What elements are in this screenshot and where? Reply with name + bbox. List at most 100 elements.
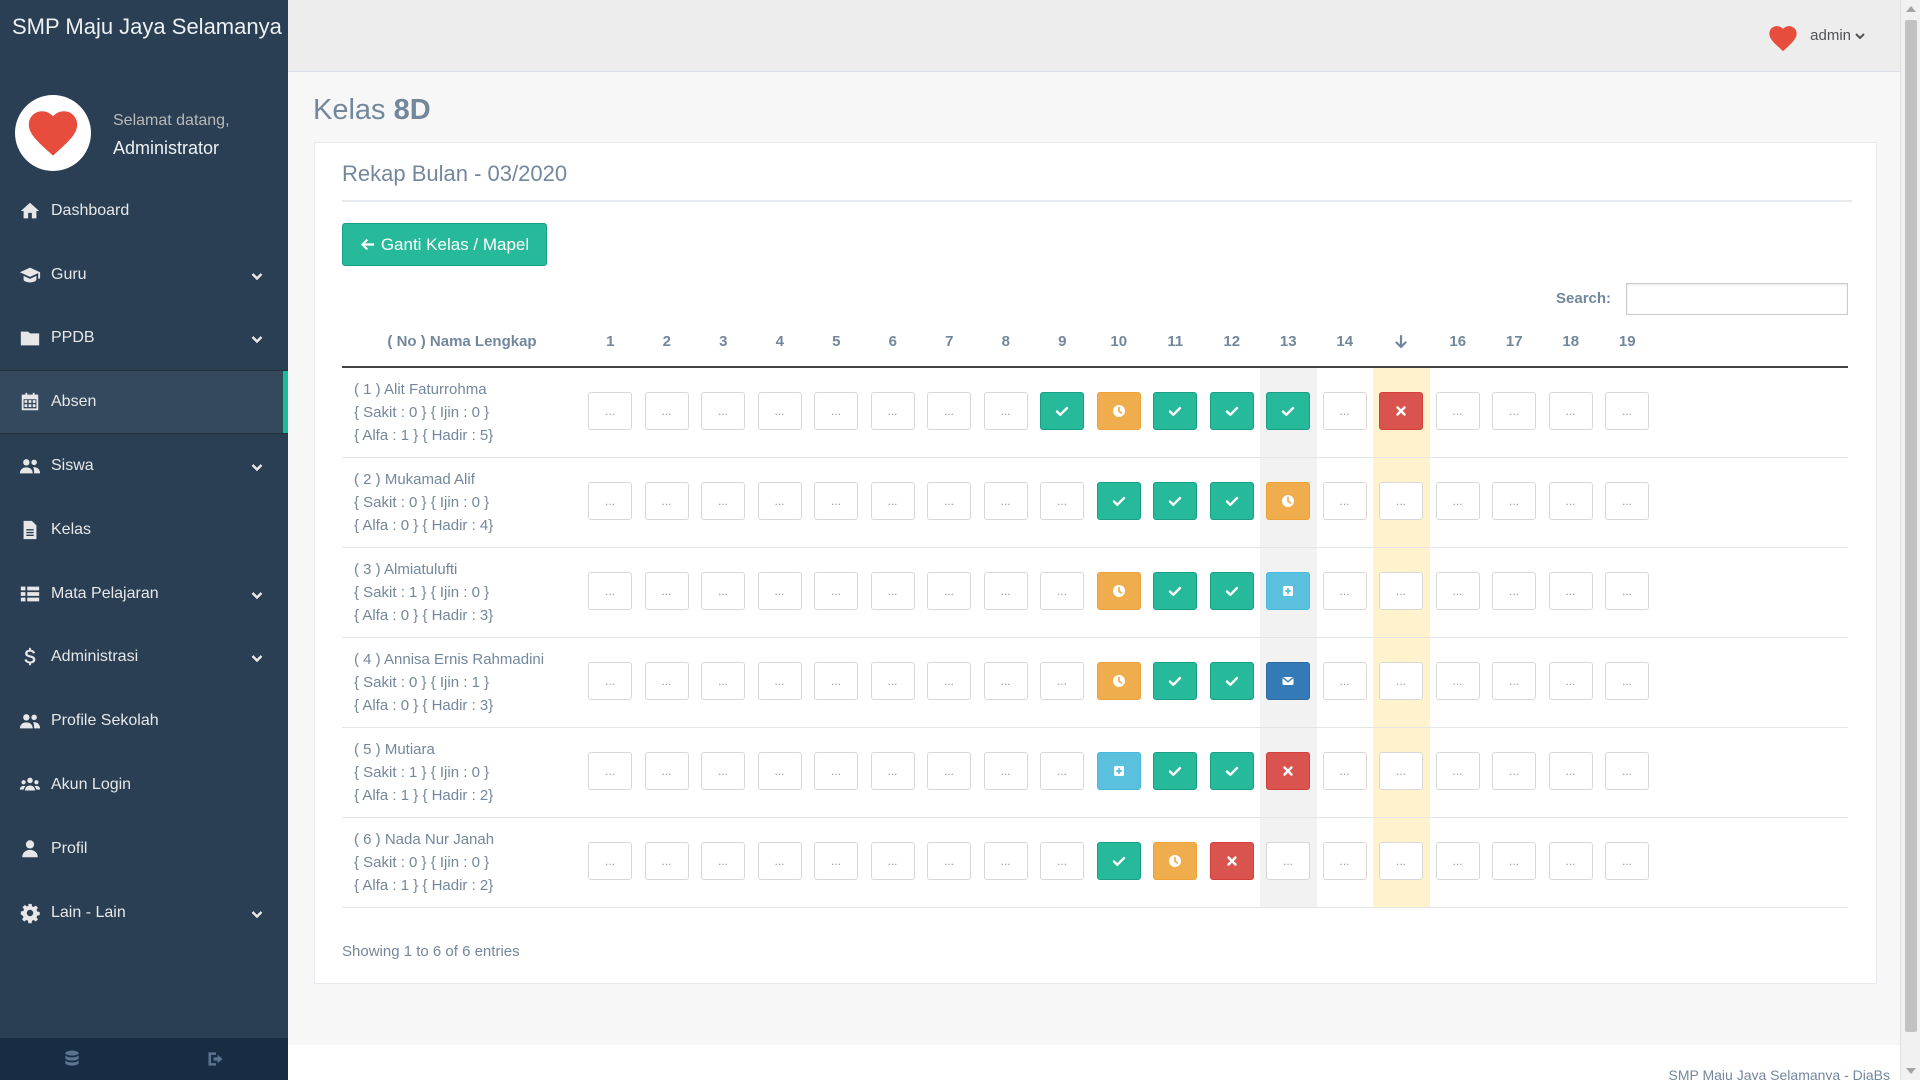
attendance-cell-hadir[interactable] [1209,572,1254,610]
attendance-cell-empty[interactable]: ... [870,842,915,880]
attendance-cell-empty[interactable]: ... [870,752,915,790]
attendance-cell-empty[interactable]: ... [927,662,971,700]
attendance-cell-empty[interactable]: ... [1605,482,1649,520]
attendance-cell-empty[interactable]: ... [644,662,689,700]
attendance-cell-empty[interactable]: ... [701,392,745,430]
sidebar-item-profile-sekolah[interactable]: Profile Sekolah [0,689,288,753]
attendance-cell-empty[interactable]: ... [701,752,745,790]
column-header-day[interactable]: 18 [1543,318,1600,366]
sidebar-item-administrasi[interactable]: Administrasi [0,626,288,690]
attendance-cell-empty[interactable]: ... [701,572,745,610]
scroll-up-arrow[interactable] [1906,6,1916,12]
attendance-cell-empty[interactable]: ... [588,482,632,520]
attendance-cell-empty[interactable]: ... [814,392,858,430]
column-header-day[interactable]: 11 [1147,318,1204,366]
sidebar-item-profil[interactable]: Profil [0,817,288,881]
attendance-cell-empty[interactable]: ... [1322,572,1367,610]
attendance-cell-empty[interactable]: ... [983,752,1028,790]
attendance-cell-empty[interactable]: ... [1548,752,1593,790]
attendance-cell-ijin[interactable] [1096,662,1141,700]
attendance-cell-empty[interactable]: ... [1322,662,1367,700]
attendance-cell-empty[interactable]: ... [1266,842,1310,880]
attendance-cell-ijin[interactable] [1266,482,1310,520]
user-dropdown[interactable]: admin [1810,27,1865,44]
attendance-cell-empty[interactable]: ... [870,572,915,610]
attendance-cell-empty[interactable]: ... [1605,572,1649,610]
attendance-cell-empty[interactable]: ... [814,572,858,610]
attendance-cell-empty[interactable]: ... [1040,662,1084,700]
column-header-day[interactable]: 14 [1317,318,1374,366]
attendance-cell-empty[interactable]: ... [644,842,689,880]
attendance-cell-empty[interactable]: ... [1492,752,1536,790]
search-input[interactable] [1626,283,1848,315]
attendance-cell-empty[interactable]: ... [1435,392,1480,430]
attendance-cell-empty[interactable]: ... [814,842,858,880]
column-header-day[interactable]: 5 [808,318,865,366]
attendance-cell-empty[interactable]: ... [1548,572,1593,610]
database-button[interactable] [0,1038,144,1080]
attendance-cell-empty[interactable]: ... [1605,752,1649,790]
brand-title[interactable]: SMP Maju Jaya Selamanya [0,0,288,52]
column-header-day[interactable]: 16 [1430,318,1487,366]
attendance-cell-empty[interactable]: ... [1548,662,1593,700]
attendance-cell-empty[interactable]: ... [927,572,971,610]
attendance-cell-empty[interactable]: ... [983,842,1028,880]
attendance-cell-empty[interactable]: ... [983,662,1028,700]
sidebar-item-kelas[interactable]: Kelas [0,498,288,562]
attendance-cell-empty[interactable]: ... [1379,842,1423,880]
attendance-cell-empty[interactable]: ... [927,392,971,430]
attendance-cell-empty[interactable]: ... [1492,482,1536,520]
column-header-day[interactable]: 4 [752,318,809,366]
attendance-cell-empty[interactable]: ... [1040,482,1084,520]
logout-button[interactable] [144,1038,288,1080]
attendance-cell-empty[interactable]: ... [1492,842,1536,880]
attendance-cell-mail[interactable] [1266,662,1310,700]
column-header-day[interactable]: 2 [639,318,696,366]
attendance-cell-hadir[interactable] [1096,842,1141,880]
attendance-cell-empty[interactable]: ... [1322,482,1367,520]
attendance-cell-empty[interactable]: ... [701,662,745,700]
attendance-cell-empty[interactable]: ... [1548,392,1593,430]
attendance-cell-empty[interactable]: ... [814,752,858,790]
page-scrollbar[interactable] [1900,0,1920,1080]
column-header-day[interactable]: 17 [1486,318,1543,366]
column-header-day[interactable]: 3 [695,318,752,366]
sidebar-item-guru[interactable]: Guru [0,243,288,307]
attendance-cell-hadir[interactable] [1153,752,1197,790]
attendance-cell-empty[interactable]: ... [1605,392,1649,430]
attendance-cell-empty[interactable]: ... [644,392,689,430]
attendance-cell-empty[interactable]: ... [1435,752,1480,790]
sidebar-item-ppdb[interactable]: PPDB [0,307,288,371]
sidebar-item-akun-login[interactable]: Akun Login [0,753,288,817]
attendance-cell-empty[interactable]: ... [1435,482,1480,520]
attendance-cell-empty[interactable]: ... [927,752,971,790]
sidebar-item-absen[interactable]: Absen [0,370,288,435]
attendance-cell-hadir[interactable] [1209,392,1254,430]
column-header-day[interactable]: 1 [582,318,639,366]
attendance-cell-hadir[interactable] [1153,662,1197,700]
attendance-cell-alfa[interactable] [1266,752,1310,790]
attendance-cell-alfa[interactable] [1379,392,1423,430]
sidebar-item-lain-lain[interactable]: Lain - Lain [0,881,288,945]
attendance-cell-empty[interactable]: ... [1605,842,1649,880]
attendance-cell-ijin[interactable] [1096,392,1141,430]
column-header-day[interactable]: 19 [1599,318,1656,366]
change-class-button[interactable]: Ganti Kelas / Mapel [342,223,547,266]
attendance-cell-ijin[interactable] [1096,572,1141,610]
attendance-cell-empty[interactable]: ... [1435,842,1480,880]
attendance-cell-alfa[interactable] [1209,842,1254,880]
attendance-cell-ijin[interactable] [1153,842,1197,880]
attendance-cell-empty[interactable]: ... [1492,392,1536,430]
attendance-cell-empty[interactable]: ... [1605,662,1649,700]
column-header-name[interactable]: ( No ) Nama Lengkap [342,318,582,366]
column-header-day[interactable]: 10 [1091,318,1148,366]
attendance-cell-empty[interactable]: ... [701,482,745,520]
attendance-cell-empty[interactable]: ... [1040,752,1084,790]
attendance-cell-empty[interactable]: ... [983,392,1028,430]
attendance-cell-hadir[interactable] [1209,662,1254,700]
attendance-cell-empty[interactable]: ... [588,392,632,430]
attendance-cell-empty[interactable]: ... [983,572,1028,610]
attendance-cell-hadir[interactable] [1040,392,1084,430]
attendance-cell-empty[interactable]: ... [757,572,802,610]
scroll-down-arrow[interactable] [1906,1068,1916,1074]
